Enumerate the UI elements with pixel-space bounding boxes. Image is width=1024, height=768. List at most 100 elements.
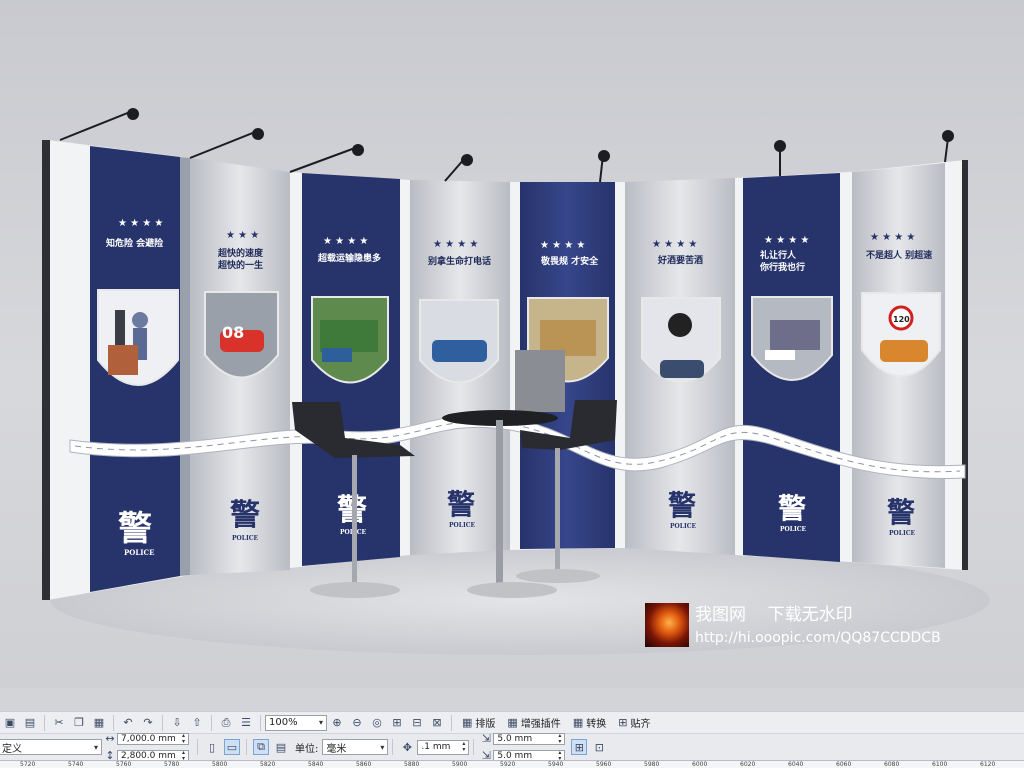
ruler-tick-label: 5840: [308, 761, 324, 768]
zoom-page-icon[interactable]: ⊞: [389, 715, 405, 731]
ruler-tick-label: 6000: [692, 761, 708, 768]
landscape-icon[interactable]: ▭: [224, 739, 240, 755]
page-preset-value: 定义: [2, 743, 22, 755]
nudge-distance-field[interactable]: .1 mm ▴ ▾: [417, 739, 470, 755]
plugin-button[interactable]: ▦ 增强插件: [507, 715, 560, 730]
portrait-icon[interactable]: ▯: [204, 739, 220, 755]
ruler-tick-label: 6080: [884, 761, 900, 768]
chevron-down-icon: ▾: [93, 742, 98, 752]
zoom-width-icon[interactable]: ⊟: [409, 715, 425, 731]
current-page-icon[interactable]: ▤: [273, 739, 289, 755]
ruler-tick-label: 5760: [116, 761, 132, 768]
ruler-tick-label: 6020: [740, 761, 756, 768]
unit-select[interactable]: 毫米 ▾: [322, 739, 389, 755]
ruler-tick-label: 5720: [20, 761, 36, 768]
svg-text:POLICE: POLICE: [780, 526, 807, 533]
convert-button[interactable]: ▦ 转换: [573, 715, 606, 730]
watermark-logo-image: [645, 603, 689, 647]
ruler-tick-label: 5980: [644, 761, 660, 768]
options-icon[interactable]: ☰: [238, 715, 254, 731]
property-bar: 定义 ▾ ↔ 7,000.0 mm ▴ ▾ ↕ 2,800.0 mm ▴ ▾ ▯ ▭ ⧉ …: [0, 732, 1024, 762]
unit-value: 毫米: [326, 743, 347, 755]
ruler-tick-label: 5940: [548, 761, 564, 768]
panel-3-slogan: 超载运输隐患多: [317, 252, 381, 264]
ruler-tick-label: 5820: [260, 761, 276, 768]
panel-8-slogan: 不是超人 别超速: [866, 249, 932, 261]
svg-text:警: 警: [447, 488, 475, 521]
zoom-in-icon[interactable]: ⊕: [329, 715, 345, 731]
svg-text:★ ★ ★ ★: ★ ★ ★ ★: [764, 235, 809, 246]
svg-text:★ ★ ★: ★ ★ ★: [226, 230, 259, 241]
svg-text:POLICE: POLICE: [449, 522, 476, 529]
svg-text:POLICE: POLICE: [124, 548, 154, 557]
speed-sign: 120: [893, 315, 910, 324]
ruler-tick-label: 6120: [980, 761, 996, 768]
zoom-fit-icon[interactable]: ◎: [369, 715, 385, 731]
ruler-tick-label: 5900: [452, 761, 468, 768]
page-preset-select[interactable]: 定义 ▾: [0, 739, 102, 755]
zoom-select[interactable]: 100% ▾: [265, 714, 327, 731]
redo-icon[interactable]: ↷: [140, 715, 156, 731]
horizontal-ruler[interactable]: 5720 5740 5760 5780 5800 5820 5840 5860 5880 5900…: [0, 760, 1024, 768]
zoom-value: 100%: [269, 717, 298, 728]
svg-text:POLICE: POLICE: [670, 523, 697, 530]
dup-x-icon: ⇲: [481, 732, 491, 745]
open-folder-icon[interactable]: ▣: [2, 715, 18, 731]
svg-text:★ ★ ★ ★: ★ ★ ★ ★: [652, 239, 697, 250]
duplicate-distance-fields: ⇲ 5.0 mm ▴ ▾ ⇲ 5.0 mm ▴ ▾: [481, 731, 566, 764]
svg-text:警: 警: [668, 489, 696, 522]
ruler-tick-label: 6100: [932, 761, 948, 768]
zoom-out-icon[interactable]: ⊖: [349, 715, 365, 731]
nudge-icon: ✥: [402, 740, 412, 754]
ruler-tick-label: 5860: [356, 761, 372, 768]
page-size-fields: ↔ 7,000.0 mm ▴ ▾ ↕ 2,800.0 mm ▴ ▾: [105, 731, 189, 764]
svg-text:★ ★ ★ ★: ★ ★ ★ ★: [433, 239, 478, 250]
ruler-tick-label: 6060: [836, 761, 852, 768]
snap-objects-icon[interactable]: ⊞: [571, 739, 588, 755]
print-icon[interactable]: ⎙: [218, 715, 234, 731]
all-pages-icon[interactable]: ⧉: [253, 739, 269, 755]
undo-icon[interactable]: ↶: [120, 715, 136, 731]
ruler-tick-label: 5740: [68, 761, 84, 768]
page-width-field[interactable]: 7,000.0 mm ▴ ▾: [117, 732, 189, 745]
convert-icon: ▦: [572, 716, 584, 729]
watermark-tagline: 下载无水印: [767, 605, 853, 625]
svg-text:警: 警: [887, 496, 915, 529]
cut-icon[interactable]: ✂: [51, 715, 67, 731]
spinner-icon[interactable]: ▴ ▾: [462, 741, 465, 753]
spinner-icon[interactable]: ▴ ▾: [558, 732, 561, 745]
svg-text:POLICE: POLICE: [232, 535, 259, 542]
width-icon: ↔: [105, 732, 115, 745]
svg-text:★ ★ ★ ★: ★ ★ ★ ★: [540, 240, 585, 251]
watermark-url: http://hi.ooopic.com/QQ87CCDDCB: [695, 630, 941, 646]
panel-5-slogan: 敬畏规 才安全: [540, 255, 599, 267]
zoom-height-icon[interactable]: ⊠: [429, 715, 445, 731]
spinner-icon[interactable]: ▴ ▾: [182, 732, 185, 745]
snap-icon: ⊞: [618, 716, 628, 729]
watermark-site: 我图网 下载无水印: [695, 605, 853, 625]
duplicate-x-field[interactable]: 5.0 mm ▴ ▾: [493, 732, 566, 745]
ruler-tick-label: 6040: [788, 761, 804, 768]
layout-button[interactable]: ▦ 排版: [462, 715, 495, 730]
ruler-tick-label: 5780: [164, 761, 180, 768]
plugin-icon: ▦: [507, 716, 518, 729]
copy-icon[interactable]: ❐: [71, 715, 87, 731]
export-icon[interactable]: ⇧: [189, 715, 205, 731]
ruler-tick-label: 5960: [596, 761, 612, 768]
import-icon[interactable]: ⇩: [169, 715, 185, 731]
chevron-down-icon: ▾: [318, 718, 323, 727]
save-icon[interactable]: ▤: [22, 715, 38, 731]
svg-text:警: 警: [230, 498, 260, 533]
layout-icon: ▦: [462, 716, 473, 729]
svg-text:★ ★ ★ ★: ★ ★ ★ ★: [870, 232, 915, 243]
svg-text:★ ★ ★ ★: ★ ★ ★ ★: [323, 236, 368, 247]
booth-illustration: ★ ★ ★ ★ ★ ★ ★ ★ ★ ★ ★ ★ ★ ★ ★ ★ ★ ★ ★ ★ …: [42, 108, 990, 655]
paste-icon[interactable]: ▦: [91, 715, 107, 731]
page-border-icon[interactable]: ⊡: [591, 739, 607, 755]
snap-button[interactable]: ⊞ 贴齐: [618, 715, 650, 730]
ruler-tick-label: 5920: [500, 761, 516, 768]
svg-text:POLICE: POLICE: [889, 530, 916, 537]
ruler-tick-label: 5880: [404, 761, 420, 768]
svg-text:警: 警: [778, 492, 806, 525]
panel-1-slogan: 知危险 会避险: [105, 237, 164, 249]
